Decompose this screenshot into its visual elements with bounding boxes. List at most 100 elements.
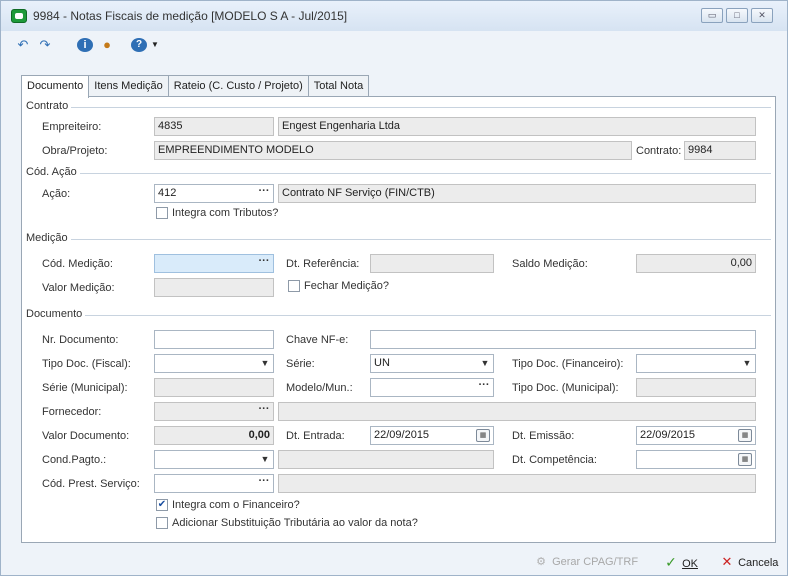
tab-bar: Documento Itens Medição Rateio (C. Custo… xyxy=(21,75,370,98)
documento-section-title: Documento xyxy=(26,308,86,320)
gerar-cpag-label: Gerar CPAG/TRF xyxy=(552,556,639,568)
acao-label: Ação: xyxy=(42,188,71,200)
acao-lookup-button[interactable]: ··· xyxy=(254,184,274,203)
close-button[interactable]: ✕ xyxy=(751,8,773,23)
window-title: 9984 - Notas Fiscais de medição [MODELO … xyxy=(33,9,348,23)
dt-competencia-label: Dt. Competência: xyxy=(512,454,597,466)
dt-referencia-field xyxy=(370,254,494,273)
user-icon[interactable]: ● xyxy=(99,38,115,52)
cancel-button[interactable]: ✕ Cancela xyxy=(719,553,779,571)
tipo-doc-financeiro-label: Tipo Doc. (Financeiro): xyxy=(512,358,624,370)
chevron-down-icon[interactable]: ▼ xyxy=(740,354,754,373)
section-divider xyxy=(26,173,771,174)
fornecedor-name-field xyxy=(278,402,756,421)
obra-projeto-label: Obra/Projeto: xyxy=(42,145,108,157)
nr-documento-label: Nr. Documento: xyxy=(42,334,119,346)
empreiteiro-label: Empreiteiro: xyxy=(42,121,102,133)
saldo-medicao-label: Saldo Medição: xyxy=(512,258,588,270)
cod-medicao-label: Cód. Medição: xyxy=(42,258,113,270)
chave-nfe-field[interactable] xyxy=(370,330,756,349)
tipo-doc-municipal-label: Tipo Doc. (Municipal): xyxy=(512,382,619,394)
dt-emissao-label: Dt. Emissão: xyxy=(512,430,575,442)
empreiteiro-name-field: Engest Engenharia Ltda xyxy=(278,117,756,136)
obra-projeto-field: EMPREENDIMENTO MODELO xyxy=(154,141,632,160)
ok-button[interactable]: ✓ OK xyxy=(663,553,698,571)
cond-pagto-label: Cond.Pagto.: xyxy=(42,454,107,466)
cancela-label: Cancela xyxy=(738,557,779,569)
cod-prest-lookup-button[interactable]: ··· xyxy=(254,474,274,493)
nr-documento-field[interactable] xyxy=(154,330,274,349)
fornecedor-lookup-button[interactable]: ··· xyxy=(254,402,274,421)
documento-panel: Contrato Empreiteiro: 4835 Engest Engenh… xyxy=(21,96,776,543)
fornecedor-label: Fornecedor: xyxy=(42,406,102,418)
dt-referencia-label: Dt. Referência: xyxy=(286,258,360,270)
chevron-down-icon[interactable]: ▼ xyxy=(258,354,272,373)
chave-nfe-label: Chave NF-e: xyxy=(286,334,349,346)
cod-prest-description-field xyxy=(278,474,756,493)
calendar-icon[interactable]: ▦ xyxy=(738,429,752,442)
info-icon[interactable]: i xyxy=(77,38,93,52)
tab-itens-medicao[interactable]: Itens Medição xyxy=(88,75,169,97)
chevron-down-icon[interactable]: ▼ xyxy=(478,354,492,373)
fechar-medicao-checkbox[interactable] xyxy=(288,280,300,292)
serie-municipal-label: Série (Municipal): xyxy=(42,382,128,394)
undo-icon[interactable]: ↶ xyxy=(15,38,31,52)
integra-financeiro-checkbox[interactable]: ✔ xyxy=(156,499,168,511)
tab-rateio[interactable]: Rateio (C. Custo / Projeto) xyxy=(167,75,309,97)
redo-icon[interactable]: ↷ xyxy=(37,38,53,52)
check-icon: ✓ xyxy=(665,554,677,570)
contrato-section-title: Contrato xyxy=(26,100,72,112)
substituicao-tributaria-checkbox[interactable] xyxy=(156,517,168,529)
tab-total-nota[interactable]: Total Nota xyxy=(307,75,370,97)
modelo-mun-lookup-button[interactable]: ··· xyxy=(474,378,494,397)
gerar-cpag-button[interactable]: ⚙ Gerar CPAG/TRF xyxy=(533,553,638,571)
gear-icon: ⚙ xyxy=(536,556,546,568)
integra-financeiro-label: Integra com o Financeiro? xyxy=(172,499,300,511)
section-divider xyxy=(26,315,771,316)
maximize-button[interactable]: □ xyxy=(726,8,748,23)
tipo-doc-fiscal-label: Tipo Doc. (Fiscal): xyxy=(42,358,131,370)
help-icon[interactable]: ? xyxy=(131,38,147,52)
minimize-button[interactable]: ▭ xyxy=(701,8,723,23)
calendar-icon[interactable]: ▦ xyxy=(476,429,490,442)
substituicao-tributaria-label: Adicionar Substituição Tributária ao val… xyxy=(172,517,418,529)
valor-documento-field: 0,00 xyxy=(154,426,274,445)
serie-label: Série: xyxy=(286,358,315,370)
cod-prest-servico-label: Cód. Prest. Serviço: xyxy=(42,478,140,490)
acao-description-field: Contrato NF Serviço (FIN/CTB) xyxy=(278,184,756,203)
serie-municipal-field xyxy=(154,378,274,397)
modelo-mun-label: Modelo/Mun.: xyxy=(286,382,353,394)
integra-tributos-label: Integra com Tributos? xyxy=(172,207,279,219)
fechar-medicao-label: Fechar Medição? xyxy=(304,280,389,292)
help-dropdown-icon[interactable]: ▼ xyxy=(147,38,163,52)
saldo-medicao-field: 0,00 xyxy=(636,254,756,273)
integra-tributos-checkbox[interactable] xyxy=(156,207,168,219)
serie-select[interactable]: UN xyxy=(370,354,494,373)
valor-documento-label: Valor Documento: xyxy=(42,430,130,442)
valor-medicao-label: Valor Medição: xyxy=(42,282,115,294)
valor-medicao-field xyxy=(154,278,274,297)
tipo-doc-municipal-field xyxy=(636,378,756,397)
chevron-down-icon[interactable]: ▼ xyxy=(258,450,272,469)
ok-label: OK xyxy=(682,558,698,570)
cancel-icon: ✕ xyxy=(721,554,733,569)
cod-medicao-lookup-button[interactable]: ··· xyxy=(254,254,274,273)
empreiteiro-code-field: 4835 xyxy=(154,117,274,136)
window-controls: ▭ □ ✕ xyxy=(701,8,773,23)
acao-section-title: Cód. Ação xyxy=(26,166,80,178)
dt-entrada-label: Dt. Entrada: xyxy=(286,430,345,442)
tipo-doc-fiscal-select[interactable] xyxy=(154,354,274,373)
medicao-section-title: Medição xyxy=(26,232,71,244)
section-divider xyxy=(26,239,771,240)
cond-pagto-select[interactable] xyxy=(154,450,274,469)
cond-pagto-description-field xyxy=(278,450,494,469)
tipo-doc-financeiro-select[interactable] xyxy=(636,354,756,373)
tab-documento[interactable]: Documento xyxy=(21,75,90,98)
toolbar: ↶ ↷ i ● ? ▼ xyxy=(7,31,777,59)
section-divider xyxy=(26,107,771,108)
contrato-label: Contrato: xyxy=(636,145,682,157)
title-bar: 9984 - Notas Fiscais de medição [MODELO … xyxy=(1,1,787,31)
contrato-field: 9984 xyxy=(684,141,756,160)
app-icon xyxy=(11,9,27,23)
calendar-icon[interactable]: ▦ xyxy=(738,453,752,466)
